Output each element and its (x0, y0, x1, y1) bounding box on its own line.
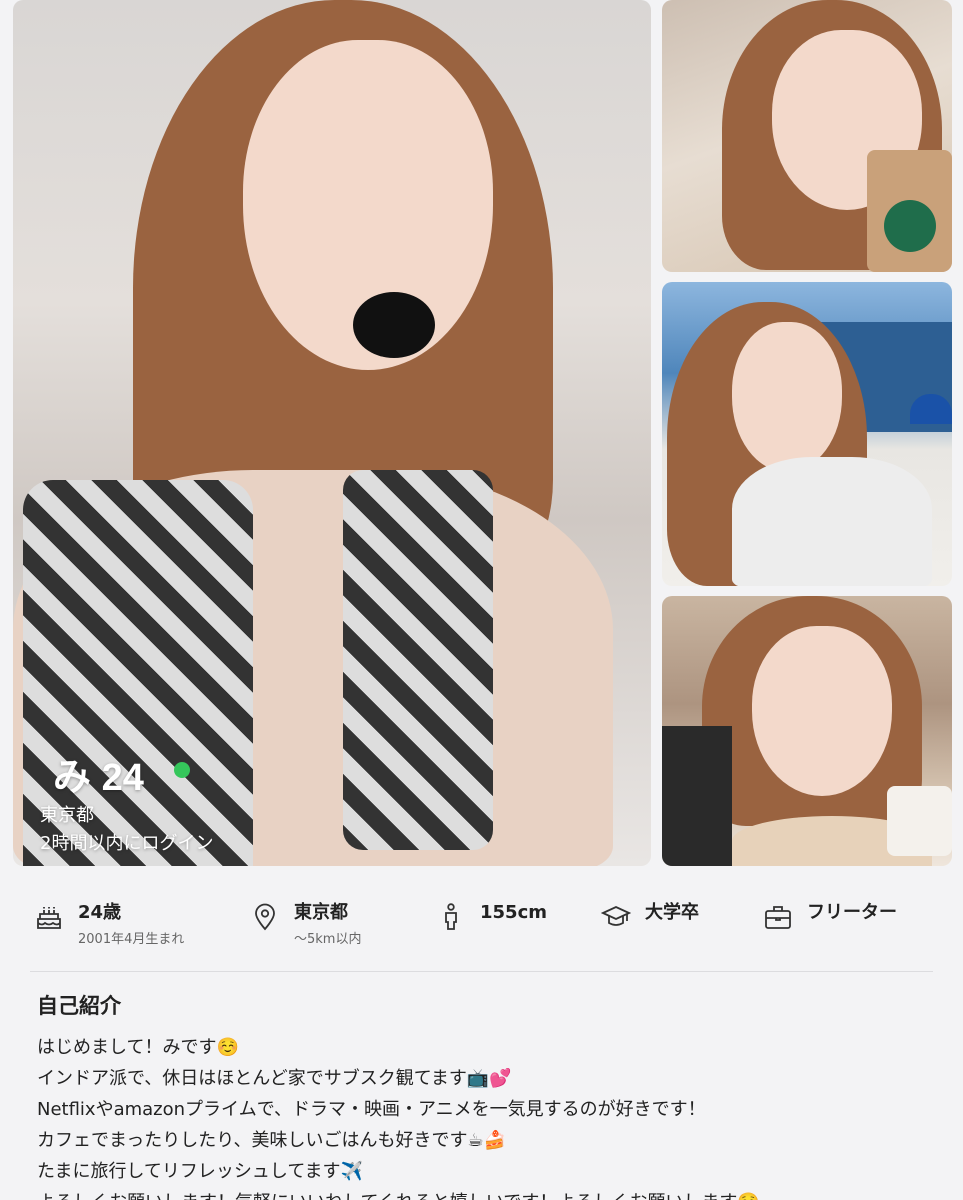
attribute-occupation: フリーター (763, 900, 897, 950)
profile-photo-thumbnail-2[interactable] (662, 282, 952, 586)
intro-line: はじめまして！みです☺️ (37, 1037, 239, 1058)
profile-attributes: 24歳 2001年4月生まれ 東京都 〜5km以内 155cm 大学卒 フリータ… (0, 872, 963, 972)
location-pin-icon (255, 903, 275, 931)
profile-photo-thumbnail-1[interactable] (662, 0, 952, 272)
profile-location: 東京都 (40, 805, 94, 826)
birthday-cake-icon (37, 907, 61, 929)
attribute-education: 大学卒 (601, 900, 699, 950)
attribute-distance: 〜5km以内 (294, 932, 362, 947)
photo-grid: み 24 東京都 2時間以内にログイン (0, 0, 963, 872)
attribute-height: 155cm (436, 900, 547, 950)
intro-line: カフェでまったりしたり、美味しいごはんも好きです☕🍰 (37, 1130, 507, 1151)
profile-name: み (53, 757, 92, 799)
intro-text: はじめまして！みです☺️ インドア派で、休日はほとんど家でサブスク観てます📺💕 … (37, 1032, 957, 1200)
attribute-age-value: 24歳 (78, 902, 122, 923)
intro-title: 自己紹介 (37, 994, 121, 1018)
attribute-area-value: 東京都 (294, 902, 348, 923)
attribute-occupation-value: フリーター (807, 902, 897, 923)
attribute-education-value: 大学卒 (645, 902, 699, 923)
briefcase-icon (765, 906, 791, 929)
section-divider (30, 971, 933, 972)
intro-line: たまに旅行してリフレッシュしてます✈️ (37, 1161, 363, 1182)
intro-line: インドア派で、休日はほとんど家でサブスク観てます📺💕 (37, 1068, 512, 1089)
intro-line: Netflixやamazonプライムで、ドラマ・映画・アニメを一気見するのが好き… (37, 1099, 706, 1120)
online-status-dot (174, 762, 190, 778)
graduation-cap-icon (601, 906, 631, 926)
last-login-status: 2時間以内にログイン (40, 833, 214, 854)
attribute-birth-month: 2001年4月生まれ (78, 932, 185, 947)
attribute-area: 東京都 〜5km以内 (250, 900, 361, 950)
main-profile-photo[interactable]: み 24 (13, 0, 651, 866)
height-icon (445, 903, 457, 930)
attribute-height-value: 155cm (480, 902, 547, 923)
profile-age: 24 (101, 757, 144, 799)
profile-name-age: み 24 (53, 746, 144, 801)
attribute-age: 24歳 2001年4月生まれ (34, 900, 184, 950)
profile-photo-thumbnail-3[interactable] (662, 596, 952, 866)
intro-line: よろしくお願いします！気軽にいいねしてくれると嬉しいです！よろしくお願いします☺… (37, 1187, 957, 1200)
